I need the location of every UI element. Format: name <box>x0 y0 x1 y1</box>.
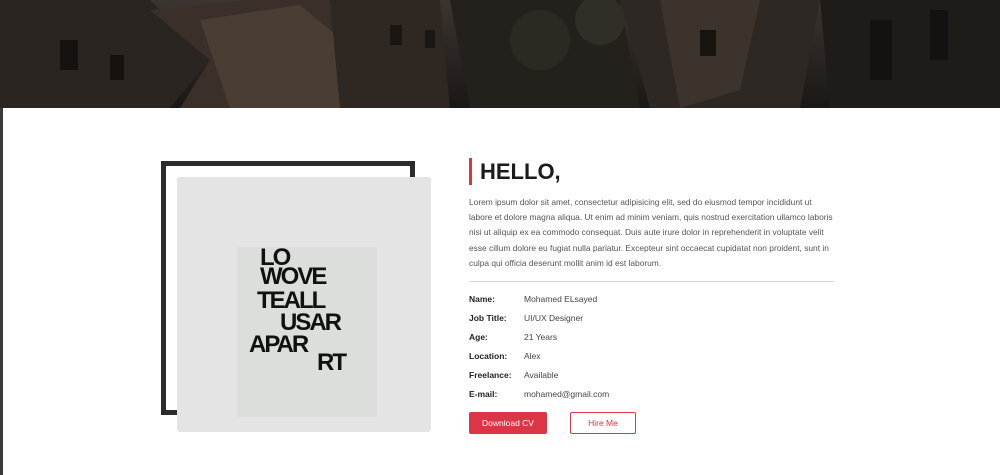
action-buttons: Download CV Hire Me <box>469 412 636 434</box>
info-row-job-title: Job Title: UI/UX Designer <box>469 308 834 327</box>
info-label: Age: <box>469 331 488 342</box>
info-label: E-mail: <box>469 388 498 399</box>
info-label: Location: <box>469 350 508 361</box>
info-value: UI/UX Designer <box>524 312 584 323</box>
info-label: Job Title: <box>469 312 507 323</box>
hire-me-button[interactable]: Hire Me <box>570 412 636 434</box>
download-cv-button[interactable]: Download CV <box>469 412 547 434</box>
info-label: Name: <box>469 293 495 304</box>
info-list: Name: Mohamed ELsayed Job Title: UI/UX D… <box>469 289 834 403</box>
typographic-artwork: LO WOVE TEALL USAR APAR RT <box>177 177 431 432</box>
info-value: 21 Years <box>524 331 558 342</box>
artwork-line-2: WOVE <box>260 263 327 290</box>
info-row-age: Age: 21 Years <box>469 327 834 346</box>
info-row-name: Name: Mohamed ELsayed <box>469 289 834 308</box>
info-value: Available <box>524 369 559 380</box>
about-title: HELLO, <box>469 158 834 185</box>
divider <box>469 281 834 283</box>
info-label: Freelance: <box>469 369 512 380</box>
artwork-line-6: RT <box>317 349 347 376</box>
info-row-freelance: Freelance: Available <box>469 365 834 384</box>
about-description: Lorem ipsum dolor sit amet, consectetur … <box>469 197 833 268</box>
hero-banner <box>0 0 1000 108</box>
info-value-email[interactable]: mohamed@gmail.com <box>524 389 609 399</box>
info-row-location: Location: Alex <box>469 346 834 365</box>
about-section: HELLO, Lorem ipsum dolor sit amet, conse… <box>469 158 834 403</box>
hero-background-image <box>0 0 1000 108</box>
artwork-line-5: APAR <box>249 331 309 358</box>
info-value: Alex <box>524 350 541 361</box>
info-value: Mohamed ELsayed <box>524 293 598 304</box>
info-row-email: E-mail: mohamed@gmail.com <box>469 384 834 403</box>
profile-photo: LO WOVE TEALL USAR APAR RT <box>177 177 431 432</box>
